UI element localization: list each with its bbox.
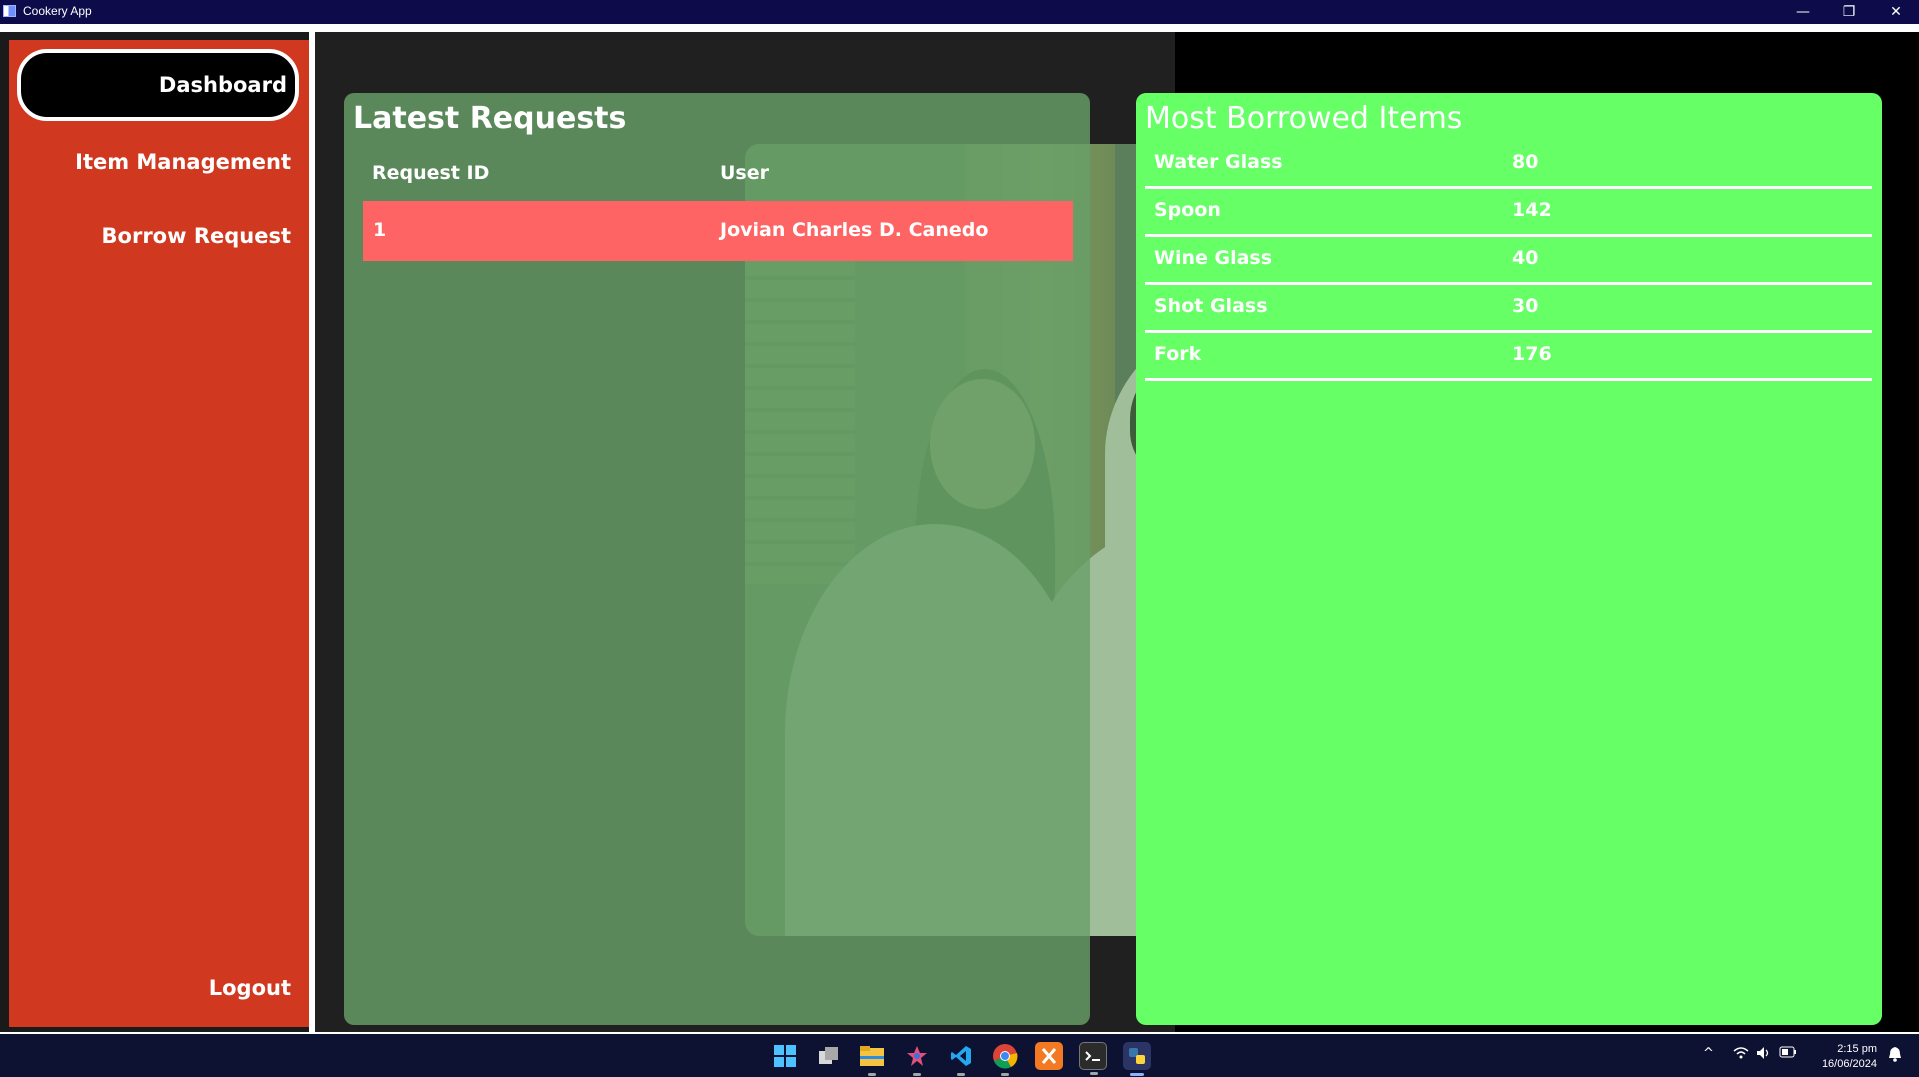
xampp-icon[interactable] bbox=[1035, 1042, 1063, 1070]
wifi-icon[interactable] bbox=[1733, 1046, 1749, 1064]
column-header-request-id: Request ID bbox=[372, 162, 490, 184]
list-item: Water Glass 80 bbox=[1145, 141, 1872, 189]
item-name: Wine Glass bbox=[1154, 247, 1273, 269]
windows-start-icon[interactable] bbox=[771, 1042, 799, 1070]
python-app-icon[interactable] bbox=[1123, 1042, 1151, 1076]
item-name: Fork bbox=[1154, 343, 1202, 365]
running-indicator bbox=[913, 1073, 921, 1076]
taskbar: ^ 2:15 pm 16/06/2024 bbox=[0, 1032, 1919, 1077]
sidebar-item-borrow-request[interactable]: Borrow Request bbox=[102, 224, 291, 248]
paint-icon[interactable] bbox=[903, 1042, 931, 1076]
restore-button[interactable]: ❐ bbox=[1826, 0, 1872, 24]
chrome-icon[interactable] bbox=[991, 1042, 1019, 1076]
running-indicator bbox=[1001, 1073, 1009, 1076]
running-indicator bbox=[957, 1073, 965, 1076]
request-id-cell: 1 bbox=[373, 219, 387, 241]
show-hidden-icons-chevron-icon[interactable]: ^ bbox=[1703, 1046, 1714, 1061]
taskbar-clock[interactable]: 2:15 pm 16/06/2024 bbox=[1822, 1042, 1877, 1072]
app-icon bbox=[3, 5, 16, 17]
main-content: Latest Requests Request ID User 1 Jovian… bbox=[315, 32, 1919, 1032]
task-view-icon[interactable] bbox=[815, 1042, 843, 1070]
item-count: 176 bbox=[1512, 343, 1552, 365]
minimize-button[interactable]: — bbox=[1780, 0, 1826, 24]
item-count: 142 bbox=[1512, 199, 1552, 221]
most-borrowed-panel: Most Borrowed Items Water Glass 80 Spoon… bbox=[1136, 93, 1882, 1025]
table-row[interactable]: 1 Jovian Charles D. Canedo bbox=[363, 201, 1073, 261]
item-name: Spoon bbox=[1154, 199, 1221, 221]
terminal-icon[interactable] bbox=[1079, 1042, 1107, 1075]
clock-time: 2:15 pm bbox=[1837, 1043, 1877, 1055]
window-titlebar: Cookery App — ❐ ✕ bbox=[0, 0, 1919, 24]
list-item: Wine Glass 40 bbox=[1145, 237, 1872, 285]
list-item: Fork 176 bbox=[1145, 333, 1872, 381]
column-header-user: User bbox=[720, 162, 769, 184]
item-name: Shot Glass bbox=[1154, 295, 1268, 317]
file-explorer-icon[interactable] bbox=[858, 1042, 886, 1076]
latest-requests-title: Latest Requests bbox=[353, 101, 627, 136]
sidebar-item-label: Dashboard bbox=[158, 73, 287, 97]
list-item: Shot Glass 30 bbox=[1145, 285, 1872, 333]
logout-button[interactable]: Logout bbox=[209, 976, 291, 1000]
notification-bell-icon[interactable] bbox=[1888, 1046, 1902, 1066]
latest-requests-panel: Latest Requests Request ID User 1 Jovian… bbox=[344, 93, 1090, 1025]
vscode-icon[interactable] bbox=[947, 1042, 975, 1076]
clock-date: 16/06/2024 bbox=[1821, 1058, 1877, 1070]
sidebar: Dashboard Item Management Borrow Request… bbox=[9, 40, 309, 1027]
item-count: 80 bbox=[1512, 151, 1539, 173]
volume-icon[interactable] bbox=[1756, 1046, 1772, 1064]
running-indicator bbox=[1090, 1072, 1098, 1075]
item-count: 40 bbox=[1512, 247, 1539, 269]
sidebar-item-dashboard[interactable]: Dashboard bbox=[17, 49, 299, 121]
close-button[interactable]: ✕ bbox=[1873, 0, 1919, 24]
sidebar-item-item-management[interactable]: Item Management bbox=[75, 150, 291, 174]
battery-icon[interactable] bbox=[1779, 1046, 1797, 1062]
app-body: Dashboard Item Management Borrow Request… bbox=[0, 24, 1919, 1032]
item-name: Water Glass bbox=[1154, 151, 1283, 173]
running-indicator bbox=[1130, 1073, 1144, 1076]
request-user-cell: Jovian Charles D. Canedo bbox=[720, 219, 989, 241]
window-title: Cookery App bbox=[23, 4, 92, 18]
most-borrowed-title: Most Borrowed Items bbox=[1145, 101, 1463, 136]
list-item: Spoon 142 bbox=[1145, 189, 1872, 237]
item-count: 30 bbox=[1512, 295, 1539, 317]
running-indicator bbox=[868, 1073, 876, 1076]
